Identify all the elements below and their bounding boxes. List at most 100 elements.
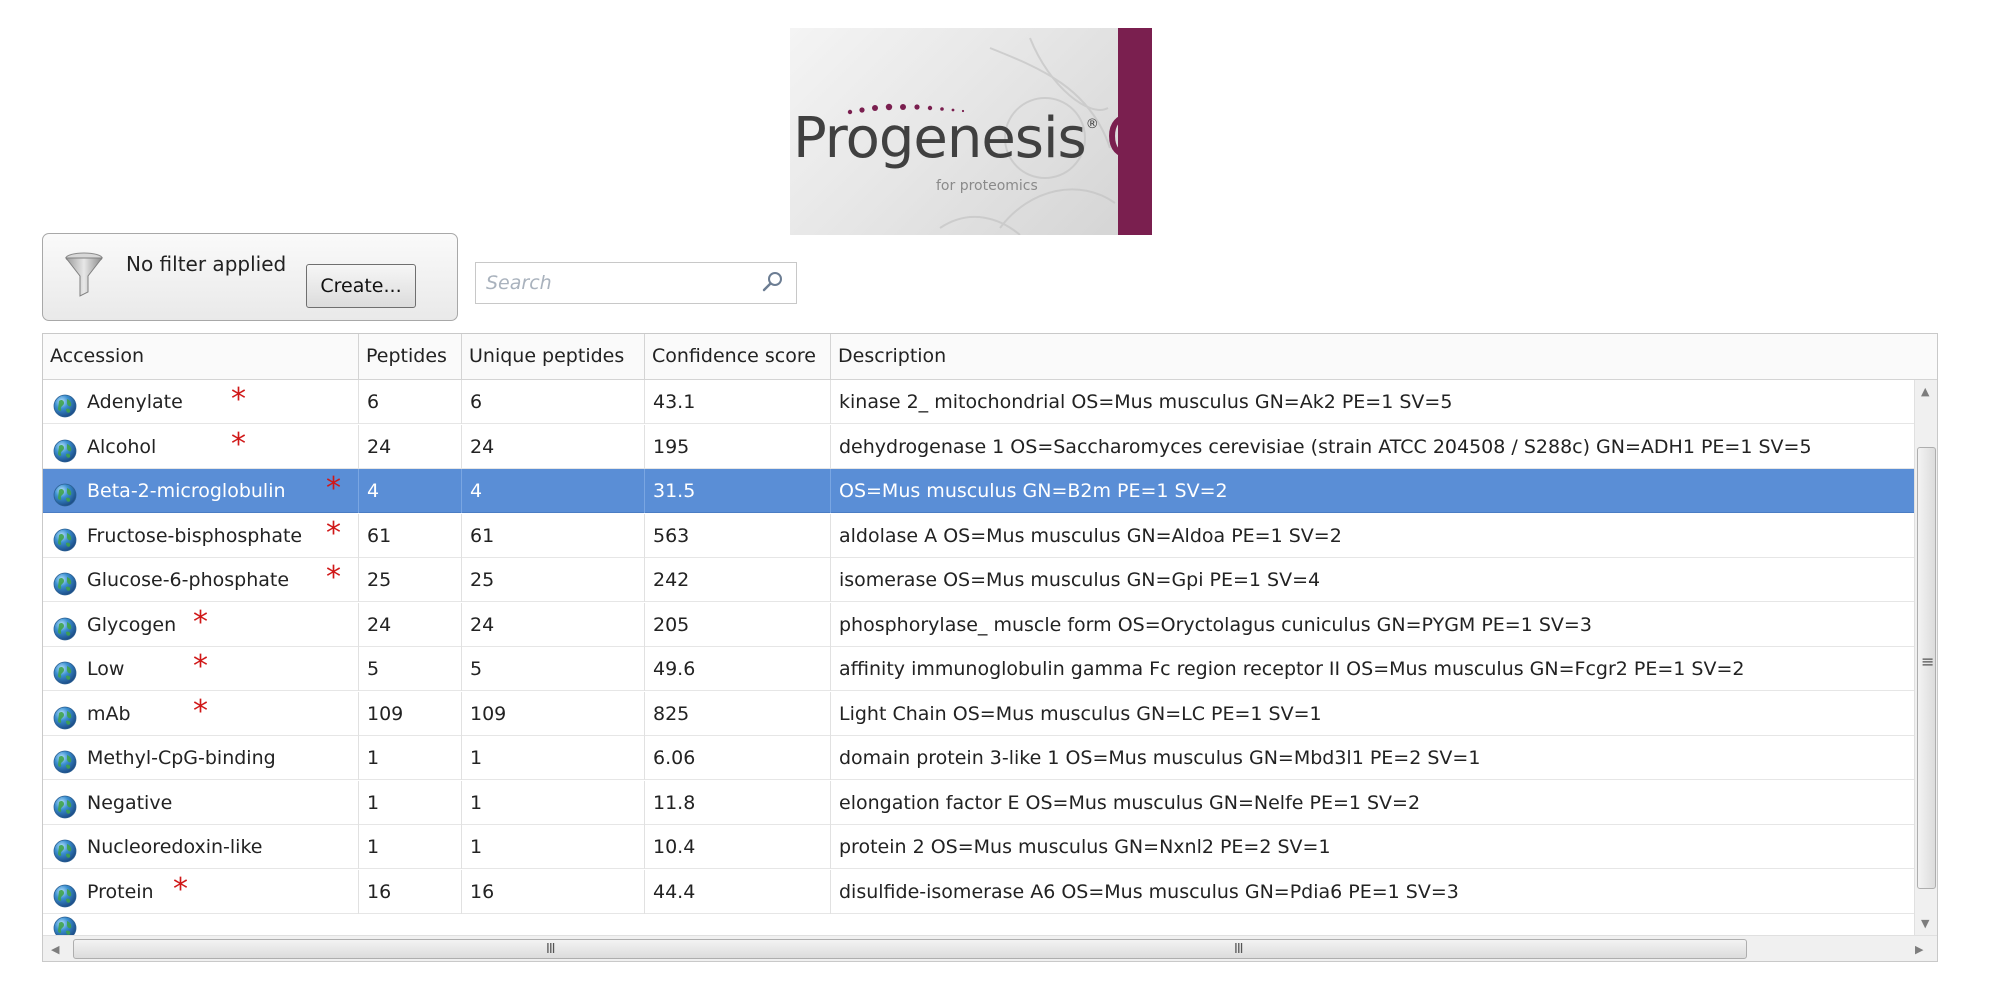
cell-peptides[interactable]: 61	[359, 513, 462, 558]
cell-peptides[interactable]: 4	[359, 469, 462, 513]
cell-unique-peptides[interactable]: 4	[462, 469, 645, 513]
cell-description[interactable]: isomerase OS=Mus musculus GN=Gpi PE=1 SV…	[831, 558, 1937, 602]
cell-accession[interactable]: Alcohol *	[43, 424, 359, 469]
scroll-left-arrow[interactable]: ◀	[51, 944, 59, 955]
table-row[interactable]: Glucose-6-phosphate * 25 25 242 isomerase OS=…	[43, 558, 1937, 602]
scroll-right-arrow[interactable]: ▶	[1915, 944, 1923, 955]
cell-accession[interactable]: Protein *	[43, 869, 359, 914]
star-icon: *	[231, 382, 246, 417]
table-header: Accession Peptides Unique peptides Confi…	[43, 334, 1937, 380]
cell-accession[interactable]: Glycogen *	[43, 602, 359, 647]
cell-accession[interactable]: Nucleoredoxin-like	[43, 825, 359, 869]
cell-unique-peptides[interactable]: 5	[462, 647, 645, 691]
cell-unique-peptides[interactable]: 6	[462, 380, 645, 424]
column-header-unique-peptides[interactable]: Unique peptides	[462, 334, 645, 379]
column-header-confidence-score[interactable]: Confidence score	[645, 334, 831, 379]
protein-table: Accession Peptides Unique peptides Confi…	[42, 333, 1938, 962]
table-row[interactable]: Low * 5 5 49.6 affinity immunoglobulin gamma …	[43, 647, 1937, 691]
table-row[interactable]: Negative 1 1 11.8 elongation factor E OS=Mus…	[43, 780, 1937, 825]
horizontal-scrollbar[interactable]: ◀ III III ▶	[43, 935, 1937, 961]
cell-description[interactable]: Light Chain OS=Mus musculus GN=LC PE=1 S…	[831, 692, 1937, 736]
cell-description[interactable]: aldolase A OS=Mus musculus GN=Aldoa PE=1…	[831, 514, 1937, 558]
globe-icon	[53, 702, 77, 729]
column-header-description[interactable]: Description	[831, 334, 1915, 379]
cell-description[interactable]: domain protein 3-like 1 OS=Mus musculus …	[831, 736, 1937, 780]
cell-unique-peptides[interactable]: 109	[462, 691, 645, 736]
cell-unique-peptides[interactable]: 16	[462, 869, 645, 914]
cell-peptides[interactable]: 16	[359, 869, 462, 914]
cell-accession[interactable]: Glucose-6-phosphate *	[43, 558, 359, 602]
cell-description[interactable]: dehydrogenase 1 OS=Saccharomyces cerevis…	[831, 425, 1937, 469]
cell-description[interactable]: OS=Mus musculus GN=B2m PE=1 SV=2	[831, 469, 1937, 513]
globe-icon	[53, 746, 77, 774]
cell-confidence-score[interactable]: 205	[645, 602, 831, 647]
cell-accession[interactable]: Low *	[43, 647, 359, 691]
cell-accession[interactable]: mAb *	[43, 691, 359, 736]
cell-peptides[interactable]: 109	[359, 691, 462, 736]
cell-description[interactable]: affinity immunoglobulin gamma Fc region …	[831, 647, 1937, 691]
table-row[interactable]: Fructose-bisphosphate * 61 61 563 aldolase A …	[43, 513, 1937, 558]
cell-description[interactable]: disulfide-isomerase A6 OS=Mus musculus G…	[831, 870, 1937, 914]
cell-confidence-score[interactable]: 44.4	[645, 869, 831, 914]
table-row[interactable]: Adenylate * 6 6 43.1 kinase 2_ mitochondrial …	[43, 380, 1937, 424]
table-body: Adenylate * 6 6 43.1 kinase 2_ mitochondrial …	[43, 380, 1937, 935]
cell-description[interactable]: protein 2 OS=Mus musculus GN=Nxnl2 PE=2 …	[831, 825, 1937, 869]
cell-peptides[interactable]: 1	[359, 780, 462, 825]
cell-unique-peptides[interactable]: 1	[462, 825, 645, 869]
search-box[interactable]	[475, 262, 797, 304]
cell-description[interactable]: phosphorylase_ muscle form OS=Oryctolagu…	[831, 603, 1937, 647]
cell-confidence-score[interactable]: 43.1	[645, 380, 831, 424]
table-row[interactable]: Glycogen * 24 24 205 phosphorylase_ muscle fo…	[43, 602, 1937, 647]
cell-peptides[interactable]: 6	[359, 380, 462, 424]
cell-peptides[interactable]: 24	[359, 602, 462, 647]
table-row[interactable]: mAb * 109 109 825 Light Chain OS=Mus musculus…	[43, 691, 1937, 736]
star-icon: *	[193, 649, 208, 684]
cell-unique-peptides[interactable]: 61	[462, 513, 645, 558]
accession-name: mAb	[87, 702, 131, 725]
create-filter-button[interactable]: Create...	[306, 264, 416, 308]
cell-unique-peptides[interactable]: 1	[462, 736, 645, 780]
cell-accession[interactable]: Adenylate *	[43, 380, 359, 424]
scroll-up-arrow[interactable]: ▲	[1921, 386, 1929, 397]
cell-accession[interactable]: Fructose-bisphosphate *	[43, 513, 359, 558]
table-row[interactable]: Protein * 16 16 44.4 disulfide-isomerase A6 O…	[43, 869, 1937, 914]
cell-confidence-score[interactable]: 242	[645, 558, 831, 602]
cell-confidence-score[interactable]: 31.5	[645, 469, 831, 513]
globe-icon	[53, 524, 77, 551]
column-header-accession[interactable]: Accession	[43, 334, 359, 379]
table-row[interactable]: Beta-2-microglobulin * 4 4 31.5 OS=Mus muscul…	[43, 469, 1937, 513]
horizontal-scroll-thumb[interactable]: III III	[73, 939, 1747, 959]
vertical-scrollbar[interactable]: ▲ ≡ ▼	[1914, 380, 1937, 935]
search-icon[interactable]	[762, 271, 784, 293]
accession-name: Fructose-bisphosphate	[87, 524, 303, 547]
filter-status-text: No filter applied	[126, 252, 287, 276]
cell-confidence-score[interactable]: 49.6	[645, 647, 831, 691]
cell-peptides[interactable]: 5	[359, 647, 462, 691]
cell-peptides[interactable]: 25	[359, 558, 462, 602]
table-row[interactable]: Nucleoredoxin-like 1 1 10.4 protein 2 OS=Mus…	[43, 825, 1937, 869]
scroll-down-arrow[interactable]: ▼	[1921, 918, 1929, 929]
cell-description[interactable]: kinase 2_ mitochondrial OS=Mus musculus …	[831, 380, 1937, 424]
cell-confidence-score[interactable]: 10.4	[645, 825, 831, 869]
cell-confidence-score[interactable]: 6.06	[645, 736, 831, 780]
table-row[interactable]: Alcohol * 24 24 195 dehydrogenase 1 OS=Saccha…	[43, 424, 1937, 469]
cell-confidence-score[interactable]: 563	[645, 513, 831, 558]
cell-accession[interactable]: Methyl-CpG-binding	[43, 736, 359, 780]
cell-description[interactable]: elongation factor E OS=Mus musculus GN=N…	[831, 781, 1937, 825]
cell-confidence-score[interactable]: 825	[645, 691, 831, 736]
vertical-scroll-thumb[interactable]: ≡	[1917, 447, 1936, 889]
cell-peptides[interactable]: 24	[359, 424, 462, 469]
cell-confidence-score[interactable]: 195	[645, 424, 831, 469]
cell-accession[interactable]: Negative	[43, 780, 359, 825]
search-input[interactable]	[484, 267, 748, 299]
cell-unique-peptides[interactable]: 25	[462, 558, 645, 602]
cell-unique-peptides[interactable]: 24	[462, 602, 645, 647]
table-row[interactable]: Methyl-CpG-binding 1 1 6.06 domain protein 3…	[43, 736, 1937, 780]
column-header-peptides[interactable]: Peptides	[359, 334, 462, 379]
cell-confidence-score[interactable]: 11.8	[645, 780, 831, 825]
cell-unique-peptides[interactable]: 24	[462, 424, 645, 469]
cell-accession[interactable]: Beta-2-microglobulin *	[43, 469, 359, 513]
cell-unique-peptides[interactable]: 1	[462, 780, 645, 825]
cell-peptides[interactable]: 1	[359, 736, 462, 780]
cell-peptides[interactable]: 1	[359, 825, 462, 869]
